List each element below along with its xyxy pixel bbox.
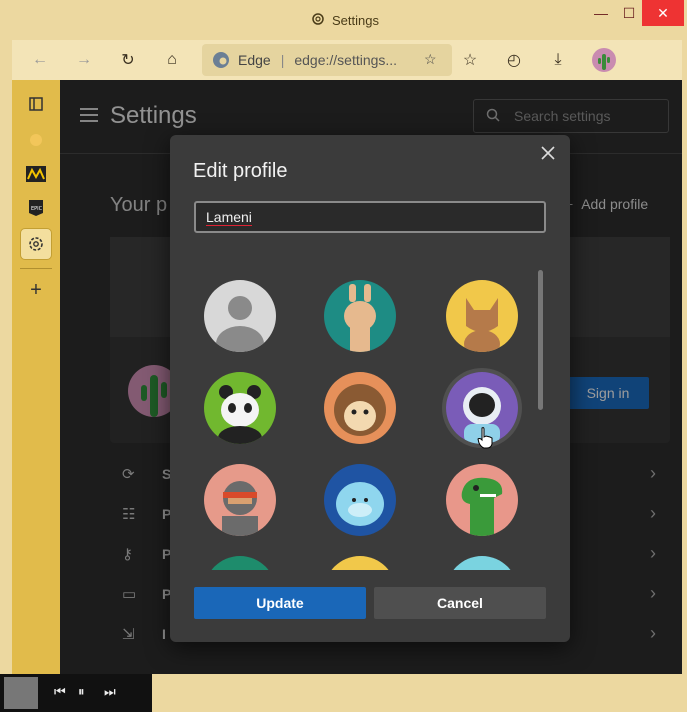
- hedgehog-avatar[interactable]: [324, 372, 396, 444]
- dialog-title: Edit profile: [193, 160, 288, 182]
- media-thumbnail: [4, 677, 38, 709]
- default-avatar[interactable]: [204, 280, 276, 352]
- add-sidebar-icon[interactable]: +: [20, 274, 52, 306]
- add-favorite-icon[interactable]: ☆: [424, 51, 437, 68]
- sidebar-divider: [20, 268, 52, 269]
- sidebar-app-icon[interactable]: [20, 124, 52, 156]
- address-brand: Edge: [238, 52, 271, 68]
- forward-icon[interactable]: →: [70, 46, 98, 74]
- profile-avatar-button[interactable]: [590, 46, 618, 74]
- tab-actions-icon[interactable]: [20, 88, 52, 120]
- update-button[interactable]: Update: [194, 587, 366, 619]
- cancel-button[interactable]: Cancel: [374, 587, 546, 619]
- browser-window: Settings — ☐ ✕ ← → ↻ ⌂ Edge | edge://set…: [0, 0, 687, 712]
- yeti-avatar[interactable]: [324, 464, 396, 536]
- maximize-button[interactable]: ☐: [612, 0, 646, 26]
- avatar-partial-1[interactable]: [204, 556, 276, 570]
- epic-games-icon[interactable]: EPIC: [20, 192, 52, 224]
- profile-name-value: Lameni: [206, 209, 252, 226]
- history-icon[interactable]: ◴: [500, 46, 528, 74]
- address-separator: |: [280, 52, 285, 68]
- avatar-partial-3[interactable]: [446, 556, 518, 570]
- previous-track-icon[interactable]: ⏮: [54, 684, 66, 700]
- close-window-button[interactable]: ✕: [642, 0, 684, 26]
- downloads-icon[interactable]: ⤓: [544, 46, 572, 74]
- next-track-icon[interactable]: ⏭: [104, 684, 116, 700]
- hand-cursor-icon: [477, 427, 493, 449]
- sidebar-app-w-icon[interactable]: [20, 158, 52, 190]
- home-icon[interactable]: ⌂: [158, 46, 186, 74]
- window-title-text: Settings: [332, 13, 379, 28]
- avatar-grid: [170, 260, 570, 570]
- profile-name-input[interactable]: Lameni: [194, 201, 546, 233]
- avatar-partial-2[interactable]: [324, 556, 396, 570]
- address-url: edge://settings...: [294, 52, 398, 68]
- ninja-avatar[interactable]: [204, 464, 276, 536]
- cat-avatar[interactable]: [446, 280, 518, 352]
- panda-avatar[interactable]: [204, 372, 276, 444]
- favorites-icon[interactable]: ☆: [456, 46, 484, 74]
- dinosaur-avatar[interactable]: [446, 464, 518, 536]
- back-icon[interactable]: ←: [26, 46, 54, 74]
- refresh-icon[interactable]: ↻: [114, 46, 142, 74]
- edit-profile-dialog: Edit profile Lameni Update Cancel: [170, 135, 570, 642]
- close-icon[interactable]: [540, 144, 560, 164]
- avatar-scrollbar[interactable]: [538, 270, 543, 410]
- window-title: Settings: [310, 11, 379, 30]
- edge-logo-icon: [212, 51, 230, 72]
- address-bar[interactable]: Edge | edge://settings... ☆: [202, 44, 452, 76]
- svg-text:EPIC: EPIC: [31, 206, 43, 212]
- title-bar: Settings — ☐ ✕: [0, 0, 687, 40]
- llama-avatar[interactable]: [324, 280, 396, 352]
- browser-sidebar: EPIC +: [12, 80, 60, 674]
- settings-sidebar-icon[interactable]: [20, 228, 52, 260]
- gear-icon: [310, 11, 326, 30]
- pause-icon[interactable]: ⏸: [78, 684, 85, 700]
- browser-toolbar: ← → ↻ ⌂ Edge | edge://settings... ☆ ☆ ◴ …: [12, 40, 682, 80]
